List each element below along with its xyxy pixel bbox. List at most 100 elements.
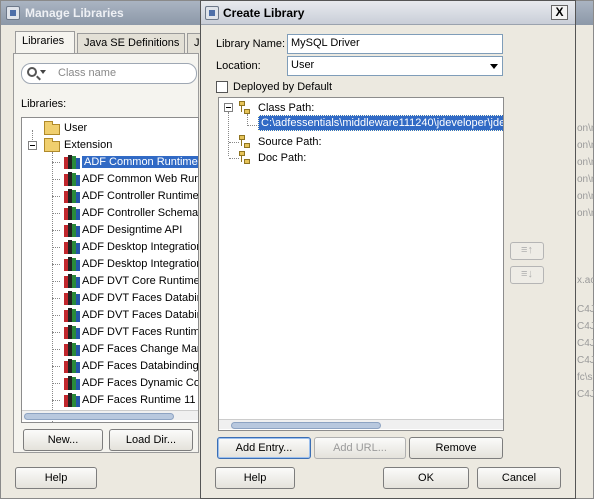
class-name-search-input[interactable]: Class name: [21, 63, 197, 84]
libraries-label: Libraries:: [21, 98, 67, 110]
manage-help-button-label: Help: [44, 472, 68, 484]
class-path-entry: C:\adfessentials\middleware111240\jdevel…: [258, 115, 503, 131]
scrollbar-thumb[interactable]: [24, 413, 174, 420]
cancel-button-label: Cancel: [501, 472, 537, 484]
library-list-item[interactable]: ADF Desktop Integration: [22, 256, 199, 273]
background-path-fragment: C4J\: [577, 338, 594, 349]
library-list-item[interactable]: ADF DVT Faces Databinding: [22, 307, 198, 324]
background-path-fragment: x.ac: [577, 275, 594, 286]
library-list-item[interactable]: ADF Desktop Integration: [22, 239, 199, 256]
library-item-label: ADF Faces Change Manager: [82, 343, 198, 355]
background-path-fragment: on\m: [577, 140, 594, 151]
add-entry-button[interactable]: Add Entry...: [217, 437, 311, 459]
library-item-label: ADF Common Web Runtime: [82, 173, 199, 185]
library-list-item[interactable]: ADF Controller Runtime: [22, 188, 199, 205]
library-name-field[interactable]: MySQL Driver: [287, 34, 503, 54]
library-item-label: ADF Faces Dynamic Components: [82, 377, 199, 389]
library-list-item[interactable]: ADF DVT Faces Databinding: [22, 290, 198, 307]
library-item-label: ADF Controller Schema: [82, 207, 199, 219]
library-icon: [64, 359, 80, 373]
library-icon: [64, 240, 80, 254]
library-list-item[interactable]: ADF Designtime API: [22, 222, 198, 239]
library-icon: [64, 325, 80, 339]
load-dir-button-label: Load Dir...: [125, 434, 177, 446]
close-button[interactable]: X: [551, 5, 568, 20]
background-path-fragment: on\m: [577, 123, 594, 134]
library-icon: [64, 291, 80, 305]
library-icon: [64, 189, 80, 203]
library-item-label: ADF Controller Runtime: [82, 190, 199, 202]
library-icon: [64, 274, 80, 288]
search-placeholder: Class name: [58, 67, 117, 79]
library-item-label: ADF Desktop Integration: [82, 241, 199, 253]
libraries-tree[interactable]: User Extension ADF Common Runtime ADF Com…: [21, 117, 199, 423]
tree-node-extension[interactable]: Extension: [22, 137, 198, 154]
ok-button-label: OK: [418, 472, 434, 484]
remove-button[interactable]: Remove: [409, 437, 503, 459]
app-icon: [6, 6, 20, 20]
library-list-item[interactable]: ADF Faces Dynamic Components: [22, 375, 199, 392]
path-node-icon: [239, 101, 253, 115]
background-path-fragment: C4J\: [577, 321, 594, 332]
tab-j-label: J: [194, 37, 200, 49]
collapse-icon[interactable]: [224, 103, 233, 112]
library-icon: [64, 342, 80, 356]
create-library-title: Create Library: [223, 6, 305, 20]
library-item-label: ADF Desktop Integration: [82, 258, 199, 270]
collapse-icon[interactable]: [28, 141, 37, 150]
doc-path-label: Doc Path:: [258, 152, 307, 164]
tree-node-user[interactable]: User: [22, 120, 198, 137]
library-list-item[interactable]: ADF Faces Runtime 11: [22, 392, 198, 409]
library-paths-tree[interactable]: Class Path: C:\adfessentials\middleware1…: [218, 97, 504, 431]
library-item-label: ADF Designtime API: [82, 224, 183, 236]
paths-tree-hscrollbar[interactable]: [219, 419, 503, 429]
library-icon: [64, 206, 80, 220]
library-list-item[interactable]: ADF DVT Faces Runtime: [22, 324, 198, 341]
chevron-down-icon[interactable]: [490, 64, 498, 69]
move-up-button[interactable]: ≡↑: [510, 242, 544, 260]
library-list-item[interactable]: ADF Common Runtime: [22, 154, 198, 171]
background-path-fragment: C4J\: [577, 389, 594, 400]
manage-libraries-title: Manage Libraries: [25, 6, 124, 20]
background-path-fragment: C4J\: [577, 355, 594, 366]
add-url-button[interactable]: Add URL...: [314, 437, 406, 459]
tab-java-se-definitions[interactable]: Java SE Definitions: [77, 33, 185, 53]
create-library-dialog: Create Library X Library Name: MySQL Dri…: [200, 0, 576, 499]
library-icon: [64, 155, 80, 169]
ok-button[interactable]: OK: [383, 467, 469, 489]
move-down-button[interactable]: ≡↓: [510, 266, 544, 284]
background-path-fragment: on\m: [577, 191, 594, 202]
folder-icon: [44, 121, 60, 135]
library-item-label: ADF Faces Databinding Runtime: [82, 360, 199, 372]
app-icon: [205, 6, 219, 20]
deployed-by-default-checkbox[interactable]: [216, 81, 228, 93]
tab-libraries[interactable]: Libraries: [15, 31, 75, 54]
library-list-item[interactable]: ADF Controller Schema: [22, 205, 199, 222]
library-list-item[interactable]: ADF Faces Change Manager: [22, 341, 198, 358]
library-list-item[interactable]: ADF Faces Databinding Runtime: [22, 358, 199, 375]
tree-node-class-path-entry[interactable]: C:\adfessentials\middleware111240\jdevel…: [258, 115, 503, 134]
help-button[interactable]: Help: [215, 467, 295, 489]
background-path-fragment: C4J\: [577, 304, 594, 315]
load-dir-button[interactable]: Load Dir...: [109, 429, 193, 451]
move-down-icon: ≡↓: [521, 268, 533, 280]
scrollbar-thumb[interactable]: [231, 422, 381, 429]
tree-node-extension-label: Extension: [64, 139, 113, 151]
location-select[interactable]: User: [287, 56, 503, 76]
search-dropdown-icon[interactable]: [40, 70, 46, 74]
tab-j[interactable]: J: [187, 33, 201, 53]
manage-help-button[interactable]: Help: [15, 467, 97, 489]
add-url-button-label: Add URL...: [333, 442, 387, 454]
libraries-tree-hscrollbar[interactable]: [22, 410, 198, 420]
cancel-button[interactable]: Cancel: [477, 467, 561, 489]
search-icon[interactable]: [27, 67, 37, 77]
tree-node-user-label: User: [64, 122, 88, 134]
class-path-label: Class Path:: [258, 102, 315, 114]
library-list-item[interactable]: ADF DVT Core Runtime: [22, 273, 198, 290]
library-item-label: ADF DVT Faces Databinding: [82, 309, 198, 321]
folder-open-icon: [44, 138, 60, 152]
create-library-titlebar[interactable]: Create Library X: [201, 1, 575, 25]
new-button[interactable]: New...: [23, 429, 103, 451]
library-name-label: Library Name:: [216, 38, 286, 50]
library-list-item[interactable]: ADF Common Web Runtime: [22, 171, 199, 188]
